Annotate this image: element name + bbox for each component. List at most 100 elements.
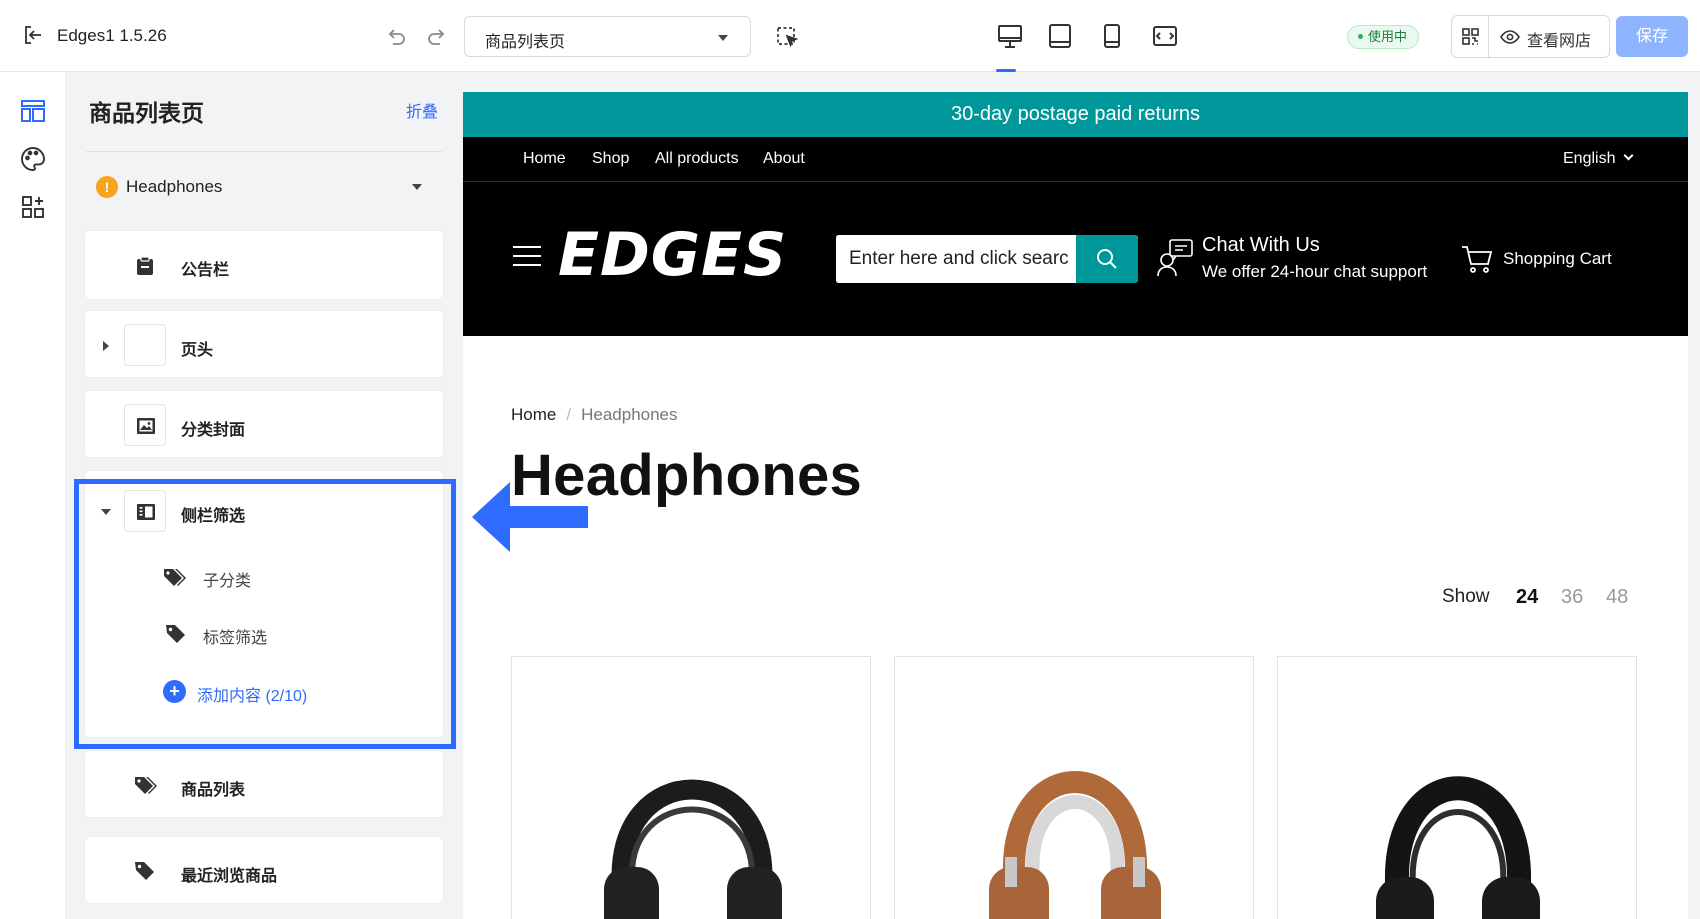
status-badge-label: 使用中 bbox=[1368, 29, 1408, 44]
nav-home[interactable]: Home bbox=[523, 150, 566, 168]
section-recently-viewed[interactable]: 最近浏览商品 bbox=[84, 836, 444, 904]
search-input[interactable] bbox=[836, 235, 1076, 283]
breadcrumb-separator: / bbox=[566, 405, 572, 424]
section-category-cover[interactable]: 分类封面 bbox=[84, 390, 444, 458]
sidebar-icon bbox=[124, 490, 166, 532]
breadcrumb: Home / Headphones bbox=[511, 405, 678, 425]
mobile-view-icon[interactable] bbox=[1098, 22, 1126, 50]
block-label: 子分类 bbox=[203, 573, 252, 590]
headphones-tan-image bbox=[989, 771, 1161, 919]
status-dot bbox=[1358, 34, 1363, 40]
qr-code-icon bbox=[1462, 28, 1479, 45]
tag-icon bbox=[166, 625, 185, 643]
fullscreen-icon[interactable] bbox=[1151, 22, 1179, 50]
qr-code-button[interactable] bbox=[1452, 16, 1489, 57]
show-label: Show bbox=[1442, 586, 1490, 607]
exit-icon[interactable] bbox=[22, 24, 44, 46]
announcement-bar: 30-day postage paid returns bbox=[463, 92, 1688, 137]
chat-with-us[interactable]: Chat With Us We offer 24-hour chat suppo… bbox=[1156, 232, 1446, 286]
chat-title: Chat With Us bbox=[1202, 234, 1320, 256]
chat-subtitle: We offer 24-hour chat support bbox=[1202, 262, 1428, 281]
product-card[interactable] bbox=[511, 656, 871, 919]
breadcrumb-home[interactable]: Home bbox=[511, 405, 556, 424]
panel-title: 商品列表页 bbox=[89, 100, 204, 126]
clipboard-icon bbox=[124, 245, 166, 287]
tag-icon bbox=[124, 850, 166, 892]
section-sidebar-filter[interactable]: 侧栏筛选 子分类 标签筛选 + 添加内容 (2/10) bbox=[84, 470, 444, 738]
warning-icon: ! bbox=[96, 176, 118, 198]
store-header: EDGES Chat With Us We offer 24-hour chat… bbox=[463, 182, 1688, 336]
expand-arrow-icon[interactable] bbox=[103, 341, 109, 351]
show-option-48[interactable]: 48 bbox=[1606, 586, 1628, 609]
tags-icon bbox=[124, 764, 166, 806]
app-version: Edges1 1.5.26 bbox=[57, 26, 167, 45]
image-icon bbox=[124, 404, 166, 446]
palette-icon[interactable] bbox=[20, 146, 46, 172]
language-select[interactable]: English bbox=[1563, 150, 1634, 168]
sections-panel: 商品列表页 折叠 ! Headphones 公告栏 页头 分类封面 侧栏筛选 子… bbox=[66, 72, 462, 919]
template-select-value: Headphones bbox=[126, 177, 223, 196]
headphones-black-image bbox=[604, 779, 782, 919]
divider bbox=[86, 151, 442, 152]
product-card[interactable] bbox=[894, 656, 1254, 919]
section-label: 分类封面 bbox=[181, 422, 246, 439]
section-announcement-bar[interactable]: 公告栏 bbox=[84, 230, 444, 300]
collapse-arrow-icon[interactable] bbox=[101, 509, 111, 515]
store-logo[interactable]: EDGES bbox=[558, 220, 787, 290]
top-bar: Edges1 1.5.26 商品列表页 使用中 查看网店 保存 bbox=[0, 0, 1700, 72]
chevron-down-icon bbox=[718, 35, 728, 41]
show-option-24[interactable]: 24 bbox=[1516, 586, 1538, 609]
section-label: 公告栏 bbox=[181, 262, 230, 279]
eye-icon bbox=[1500, 30, 1520, 44]
select-element-icon[interactable] bbox=[775, 25, 799, 49]
store-preview: 30-day postage paid returns Home Shop Al… bbox=[462, 72, 1700, 919]
save-button[interactable]: 保存 bbox=[1616, 16, 1688, 57]
left-rail bbox=[0, 72, 66, 919]
headphones-dark-image bbox=[1376, 776, 1540, 919]
plus-icon: + bbox=[163, 680, 186, 703]
section-label: 商品列表 bbox=[181, 782, 246, 799]
preview-frame: 30-day postage paid returns Home Shop Al… bbox=[463, 92, 1688, 919]
store-search bbox=[836, 235, 1138, 283]
nav-all-products[interactable]: All products bbox=[655, 150, 739, 168]
redo-icon[interactable] bbox=[426, 26, 448, 48]
view-store-label: 查看网店 bbox=[1527, 33, 1592, 50]
search-icon bbox=[1097, 249, 1117, 269]
add-content-label: 添加内容 (2/10) bbox=[197, 688, 308, 705]
nav-shop[interactable]: Shop bbox=[592, 150, 629, 168]
template-select[interactable]: ! Headphones bbox=[86, 167, 442, 207]
store-nav: Home Shop All products About English bbox=[463, 137, 1688, 182]
add-apps-icon[interactable] bbox=[20, 194, 46, 220]
page-select[interactable]: 商品列表页 bbox=[464, 16, 751, 57]
section-label: 侧栏筛选 bbox=[181, 508, 246, 525]
section-label: 页头 bbox=[181, 342, 214, 359]
section-header[interactable]: 页头 bbox=[84, 310, 444, 378]
tablet-view-icon[interactable] bbox=[1046, 22, 1074, 50]
undo-icon[interactable] bbox=[385, 26, 407, 48]
blank-icon bbox=[124, 324, 166, 366]
cart-icon bbox=[1462, 246, 1493, 273]
chat-support-icon bbox=[1157, 239, 1193, 277]
desktop-view-icon[interactable] bbox=[996, 22, 1024, 50]
menu-icon[interactable] bbox=[513, 246, 541, 268]
section-label: 最近浏览商品 bbox=[181, 868, 278, 885]
product-card[interactable] bbox=[1277, 656, 1637, 919]
section-product-list[interactable]: 商品列表 bbox=[84, 750, 444, 818]
collapse-link[interactable]: 折叠 bbox=[406, 98, 438, 122]
search-button[interactable] bbox=[1076, 235, 1138, 283]
block-label: 标签筛选 bbox=[203, 630, 268, 647]
view-store-button[interactable]: 查看网店 bbox=[1490, 16, 1609, 57]
cart-label: Shopping Cart bbox=[1503, 249, 1612, 268]
items-per-page: Show 24 36 48 bbox=[1442, 586, 1628, 608]
nav-about[interactable]: About bbox=[763, 150, 805, 168]
language-label: English bbox=[1563, 150, 1616, 167]
tags-icon bbox=[164, 569, 186, 586]
page-select-value: 商品列表页 bbox=[485, 34, 566, 51]
chevron-down-icon bbox=[1624, 150, 1634, 161]
breadcrumb-current: Headphones bbox=[581, 405, 678, 424]
show-option-36[interactable]: 36 bbox=[1561, 586, 1583, 609]
preview-actions: 查看网店 bbox=[1451, 15, 1610, 58]
layout-icon[interactable] bbox=[20, 98, 46, 124]
collection-heading: Headphones bbox=[511, 443, 863, 508]
shopping-cart[interactable]: Shopping Cart bbox=[1461, 242, 1631, 276]
